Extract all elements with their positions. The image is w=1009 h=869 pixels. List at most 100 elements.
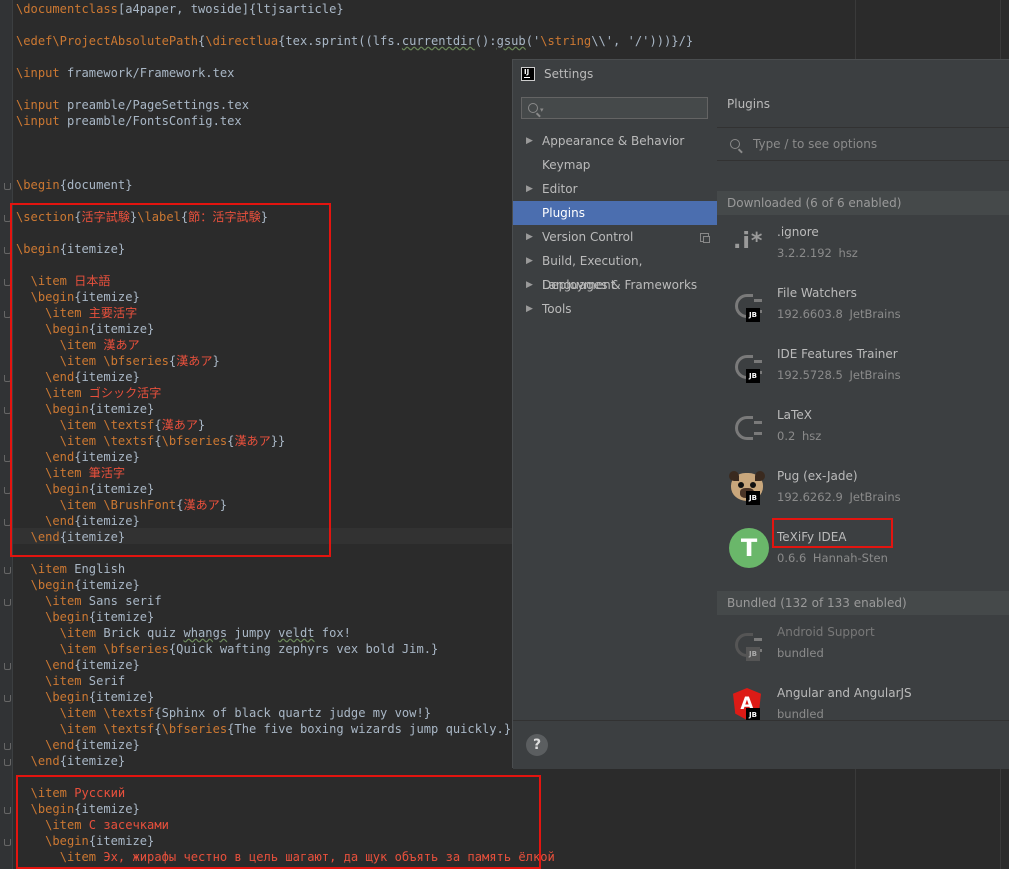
code-token: \item [59, 642, 97, 656]
nav-item-label: Editor [542, 182, 578, 196]
code-token: {itemize} [59, 754, 126, 768]
intellij-app-icon: IJ [521, 67, 535, 81]
plugin-plug-icon [729, 410, 767, 448]
fold-marker-icon[interactable] [4, 183, 11, 190]
plugin-meta: bundled [777, 707, 824, 721]
highlight-box-japanese [10, 203, 331, 557]
plugin-meta: 3.2.2.192 hsz [777, 246, 858, 260]
code-token: preamble/FontsConfig.tex [59, 114, 242, 128]
code-line: \item Sans serif [16, 593, 162, 609]
plugin-name: Angular and AngularJS [777, 686, 912, 700]
code-token: \textsf [103, 706, 155, 720]
texify-icon: T [729, 528, 769, 570]
code-token: \input [16, 114, 60, 128]
code-token: \bfseries [103, 642, 169, 656]
expand-arrow-icon[interactable]: ▶ [526, 129, 533, 153]
fold-marker-icon[interactable] [4, 759, 11, 766]
plugin-vendor: bundled [777, 707, 824, 721]
jetbrains-badge-icon: JB [746, 308, 760, 322]
settings-nav-item-keymap[interactable]: Keymap [513, 153, 717, 177]
dialog-titlebar[interactable]: IJ Settings [513, 60, 1009, 89]
code-token: \item [59, 722, 97, 736]
nav-item-label: Tools [542, 302, 572, 316]
plugin-meta: 192.5728.5 JetBrains [777, 368, 901, 382]
help-button[interactable]: ? [526, 734, 548, 756]
options-search-input[interactable]: Type / to see options [717, 127, 1009, 161]
settings-nav-item-tools[interactable]: ▶ Tools [513, 297, 717, 321]
fold-marker-icon[interactable] [4, 743, 11, 750]
dialog-bottom-bar: ? [513, 720, 1009, 769]
dot-ignore-icon: .i* [729, 227, 767, 265]
code-token: {tex.sprint((lfs. [278, 34, 402, 48]
bundled-group-header: Bundled (132 of 133 enabled) [717, 591, 1009, 615]
dialog-title: Settings [544, 67, 594, 81]
code-token: \end [45, 658, 75, 672]
search-icon [528, 103, 538, 113]
plugin-vendor: JetBrains [849, 368, 901, 382]
code-token: \input [16, 98, 60, 112]
code-line: \edef\ProjectAbsolutePath{\directlua{tex… [16, 33, 693, 49]
expand-arrow-icon[interactable]: ▶ [526, 225, 533, 249]
plugins-pane: Plugins Type / to see options Downloaded… [717, 89, 1009, 722]
plugin-row[interactable]: .i* .ignore 3.2.2.192 hsz [717, 215, 1009, 276]
expand-arrow-icon[interactable]: ▶ [526, 249, 533, 273]
fold-marker-icon[interactable] [4, 807, 11, 814]
jetbrains-badge-icon: JB [746, 491, 760, 505]
fold-marker-icon[interactable] [4, 663, 11, 670]
code-token: {itemize} [74, 738, 140, 752]
code-line: \item Serif [16, 673, 125, 689]
code-line: \begin{document} [16, 177, 133, 193]
settings-nav-item-languages-frameworks[interactable]: ▶ Languages & Frameworks [513, 273, 717, 297]
code-line: \begin{itemize} [16, 609, 154, 625]
code-token: preamble/PageSettings.tex [59, 98, 249, 112]
settings-nav-item-editor[interactable]: ▶ Editor [513, 177, 717, 201]
code-token: \end [45, 738, 75, 752]
expand-arrow-icon[interactable]: ▶ [526, 297, 533, 321]
code-token: {itemize} [74, 578, 140, 592]
nav-item-label: Version Control [542, 230, 634, 244]
settings-nav-item-appearance-behavior[interactable]: ▶ Appearance & Behavior [513, 129, 717, 153]
code-token: [a4paper, twoside]{ltjsarticle} [117, 2, 344, 16]
settings-dialog: IJ Settings ▾ ▶ Appearance & Behavior Keym… [512, 59, 1009, 769]
plugin-row[interactable]: JB IDE Features Trainer 192.5728.5 JetBrai… [717, 337, 1009, 398]
plugin-name: Pug (ex-Jade) [777, 469, 858, 483]
plugin-meta: 0.2 hsz [777, 429, 821, 443]
plugin-meta: bundled [777, 646, 824, 660]
plugin-row[interactable]: LaTeX 0.2 hsz [717, 398, 1009, 459]
options-search-icon [730, 139, 740, 149]
fold-marker-icon[interactable] [4, 599, 11, 606]
settings-search-input[interactable]: ▾ [521, 97, 708, 119]
plugin-row[interactable]: JB Pug (ex-Jade) 192.6262.9 JetBrains [717, 459, 1009, 520]
plugin-version: 0.6.6 [777, 551, 807, 565]
nav-item-label: Plugins [542, 206, 585, 220]
plugin-name: IDE Features Trainer [777, 347, 898, 361]
expand-arrow-icon[interactable]: ▶ [526, 273, 533, 297]
code-token: \begin [16, 178, 60, 192]
code-token: {The five boxing wizards jump quickly.}} [227, 722, 519, 736]
code-token: \directlua [205, 34, 279, 48]
code-token: gsub [496, 34, 526, 48]
fold-marker-icon[interactable] [4, 839, 11, 846]
texify-letter: T [729, 528, 769, 568]
settings-nav-item-plugins[interactable]: Plugins [513, 201, 717, 225]
settings-nav-item-build-execution-deployment[interactable]: ▶ Build, Execution, Deployment [513, 249, 717, 292]
jetbrains-badge-icon: JB [746, 647, 760, 661]
plugin-name: LaTeX [777, 408, 812, 422]
fold-marker-icon[interactable] [4, 695, 11, 702]
plugin-row[interactable]: JB Android Support bundled [717, 615, 1009, 676]
expand-arrow-icon[interactable]: ▶ [526, 177, 533, 201]
code-line: \item Brick quiz whangs jumpy veldt fox! [16, 625, 351, 641]
plugin-row[interactable]: JB File Watchers 192.6603.8 JetBrains [717, 276, 1009, 337]
fold-marker-icon[interactable] [4, 567, 11, 574]
settings-nav-item-version-control[interactable]: ▶ Version Control [513, 225, 717, 249]
plugin-vendor: bundled [777, 646, 824, 660]
plugin-version: 192.5728.5 [777, 368, 843, 382]
code-token: {itemize} [74, 658, 140, 672]
